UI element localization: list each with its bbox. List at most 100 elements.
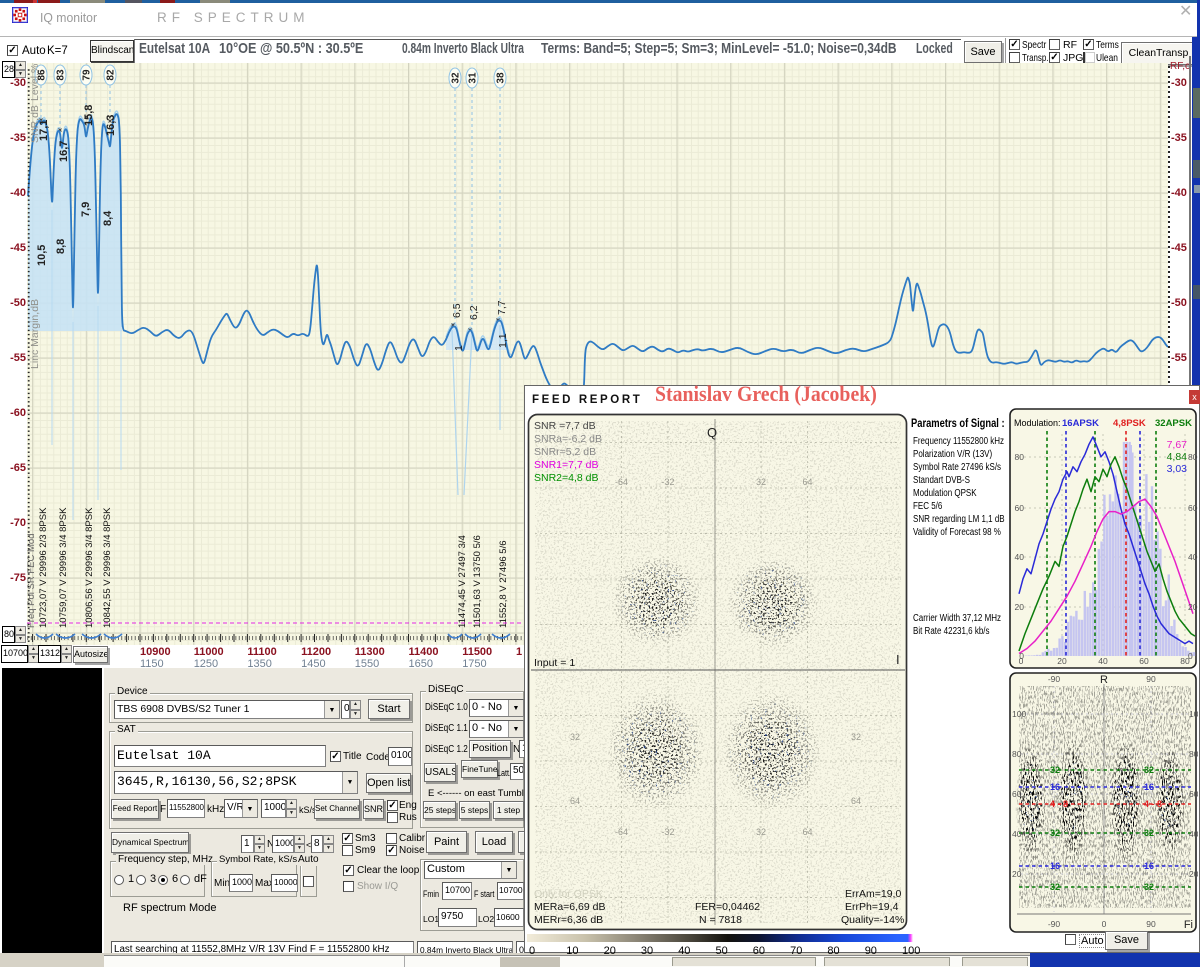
- svg-text:32: 32: [1050, 882, 1060, 892]
- svg-text:6,5: 6,5: [451, 303, 463, 318]
- svg-text:80: 80: [1012, 749, 1022, 759]
- svg-text:32: 32: [1144, 828, 1154, 838]
- svg-text:SNRr=5,2 dB: SNRr=5,2 dB: [534, 446, 596, 458]
- svg-text:40: 40: [1189, 829, 1198, 839]
- svg-text:60: 60: [1015, 503, 1025, 513]
- svg-text:16APSK: 16APSK: [1062, 418, 1099, 429]
- svg-text:31: 31: [468, 72, 479, 84]
- svg-text:4 - 8: 4 - 8: [1144, 799, 1162, 809]
- svg-text:38: 38: [496, 72, 507, 84]
- svg-text:6,2: 6,2: [468, 305, 480, 320]
- svg-text:80: 80: [1189, 749, 1198, 759]
- svg-text:60: 60: [1139, 656, 1149, 666]
- svg-text:80: 80: [1015, 452, 1025, 462]
- svg-text:11474,45 V 27497 3/4: 11474,45 V 27497 3/4: [457, 535, 468, 628]
- svg-text:7,67: 7,67: [1167, 439, 1188, 451]
- svg-text:-32: -32: [661, 477, 674, 487]
- svg-text:FER=0,04462: FER=0,04462: [695, 901, 760, 913]
- svg-text:7,7: 7,7: [496, 300, 508, 315]
- svg-text:N = 7818: N = 7818: [699, 914, 742, 926]
- svg-text:16: 16: [1050, 782, 1060, 792]
- svg-text:16: 16: [1050, 861, 1060, 871]
- svg-text:40: 40: [1012, 829, 1022, 839]
- svg-text:64: 64: [851, 796, 861, 806]
- svg-text:Freq Pol SR FEC Mod: Freq Pol SR FEC Mod: [27, 534, 37, 629]
- svg-text:Fi: Fi: [1184, 919, 1193, 931]
- svg-text:11501,63 V 13750 5/6: 11501,63 V 13750 5/6: [472, 535, 483, 628]
- svg-text:11552,8 V 27496 5/6: 11552,8 V 27496 5/6: [498, 540, 509, 628]
- svg-text:MERr=6,36 dB: MERr=6,36 dB: [534, 914, 603, 926]
- svg-text:80: 80: [1188, 452, 1198, 462]
- svg-text:32: 32: [756, 827, 766, 837]
- svg-text:MERa=6,69 dB: MERa=6,69 dB: [534, 901, 606, 913]
- svg-text:0: 0: [1019, 656, 1024, 666]
- svg-text:10,5: 10,5: [36, 245, 48, 266]
- svg-text:20: 20: [1015, 602, 1025, 612]
- svg-text:0: 0: [1102, 919, 1107, 929]
- svg-text:32: 32: [451, 72, 462, 84]
- svg-text:Input = 1: Input = 1: [534, 657, 575, 669]
- svg-text:7,9: 7,9: [80, 202, 92, 217]
- svg-text:10759,07 V 29996 3/4 8PSK: 10759,07 V 29996 3/4 8PSK: [58, 507, 69, 628]
- svg-text:32: 32: [1050, 828, 1060, 838]
- svg-text:60: 60: [1189, 789, 1198, 799]
- svg-text:1,1: 1,1: [497, 333, 509, 348]
- svg-text:-32: -32: [661, 827, 674, 837]
- svg-text:64: 64: [802, 477, 812, 487]
- svg-text:64: 64: [570, 796, 580, 806]
- svg-text:100: 100: [1012, 709, 1026, 719]
- svg-text:10842,55 V 29996 3/4 8PSK: 10842,55 V 29996 3/4 8PSK: [102, 507, 113, 628]
- svg-text:60: 60: [1012, 789, 1022, 799]
- svg-text:Quality=-14%: Quality=-14%: [841, 914, 904, 926]
- svg-text:8,4: 8,4: [102, 210, 114, 226]
- svg-text:32APSK: 32APSK: [1155, 418, 1192, 429]
- svg-text:32: 32: [851, 732, 861, 742]
- svg-text:79: 79: [82, 69, 93, 81]
- svg-text:3,03: 3,03: [1167, 463, 1188, 475]
- svg-text:ErrPh=19,4: ErrPh=19,4: [845, 901, 899, 913]
- svg-text:16,7: 16,7: [58, 141, 70, 162]
- svg-text:Level,%: Level,%: [29, 64, 41, 101]
- svg-text:-90: -90: [1048, 674, 1061, 684]
- svg-text:32: 32: [1144, 765, 1154, 775]
- svg-text:Only for QPSK:: Only for QPSK:: [534, 888, 606, 900]
- svg-text:20: 20: [1057, 656, 1067, 666]
- svg-text:10806,56 V 29996 3/4 8PSK: 10806,56 V 29996 3/4 8PSK: [84, 507, 95, 628]
- svg-text:-64: -64: [615, 477, 628, 487]
- svg-text:15,8: 15,8: [83, 105, 95, 126]
- svg-text:90: 90: [1146, 674, 1156, 684]
- svg-text:SNR =7,7 dB: SNR =7,7 dB: [534, 420, 596, 432]
- svg-text:I: I: [896, 652, 900, 667]
- svg-text:60: 60: [1188, 503, 1198, 513]
- svg-text:SNR,dB: SNR,dB: [29, 105, 41, 143]
- svg-text:80: 80: [1180, 656, 1190, 666]
- svg-text:100: 100: [1189, 709, 1198, 719]
- svg-text:64: 64: [802, 827, 812, 837]
- svg-text:SNR1=7,7 dB: SNR1=7,7 dB: [534, 459, 599, 471]
- svg-text:20: 20: [1189, 869, 1198, 879]
- svg-text:Linc Margin,dB: Linc Margin,dB: [29, 299, 41, 369]
- svg-text:16,3: 16,3: [105, 115, 117, 136]
- svg-text:4,84: 4,84: [1167, 451, 1188, 463]
- svg-text:1: 1: [453, 345, 465, 351]
- svg-text:SNR2=4,8 dB: SNR2=4,8 dB: [534, 472, 599, 484]
- svg-text:10723,07 V 29996 2/3 8PSK: 10723,07 V 29996 2/3 8PSK: [38, 507, 49, 628]
- svg-text:32: 32: [756, 477, 766, 487]
- svg-text:4 - 8: 4 - 8: [1050, 799, 1068, 809]
- svg-text:83: 83: [56, 69, 67, 81]
- svg-text:-90: -90: [1048, 919, 1061, 929]
- svg-text:4,8PSK: 4,8PSK: [1113, 418, 1146, 429]
- svg-text:Modulation:: Modulation:: [1014, 418, 1061, 428]
- svg-text:16: 16: [1144, 861, 1154, 871]
- svg-text:8,8: 8,8: [55, 239, 67, 254]
- svg-text:82: 82: [106, 69, 117, 81]
- svg-text:32: 32: [570, 732, 580, 742]
- svg-text:-64: -64: [615, 827, 628, 837]
- svg-text:R: R: [1100, 674, 1108, 686]
- svg-text:20: 20: [1188, 602, 1198, 612]
- svg-text:40: 40: [1015, 552, 1025, 562]
- svg-text:Q: Q: [707, 425, 717, 440]
- svg-text:16: 16: [1144, 782, 1154, 792]
- svg-text:32: 32: [1144, 882, 1154, 892]
- svg-text:SNRa=-6,2 dB: SNRa=-6,2 dB: [534, 433, 602, 445]
